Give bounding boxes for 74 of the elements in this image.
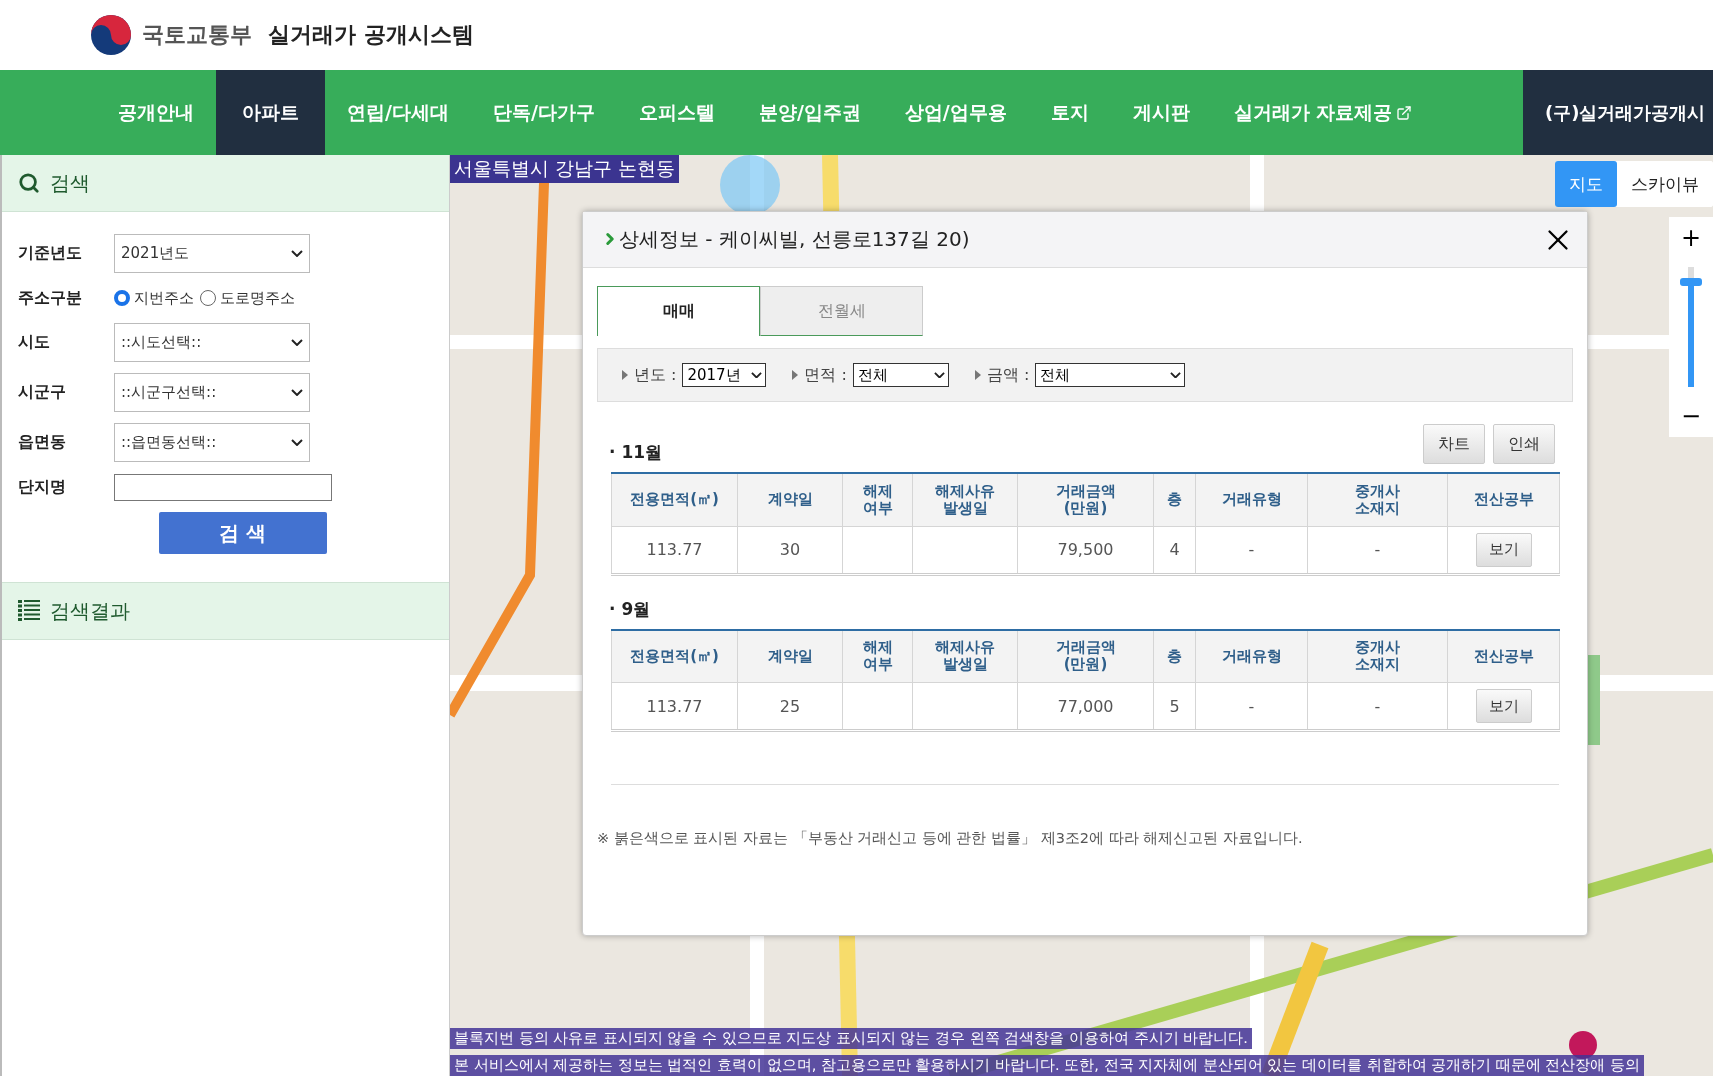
triangle-icon [792,370,799,380]
column-header: 중개사 소재지 [1307,629,1448,683]
select-field[interactable]: 전체 [1035,363,1186,387]
table-cell: 113.77 [611,682,738,731]
field-label: 단지명 [18,476,67,498]
emblem-icon [90,14,132,56]
dialog-title: 상세정보 - 케이씨빌, 선릉로137길 20) [601,226,970,253]
ministry-name: 국토교통부 [142,21,252,49]
system-title: 실거래가 공개시스템 [268,21,474,49]
table-cell: 113.77 [611,526,738,574]
nav-tab[interactable]: (구)실거래가공개시 [1523,70,1713,155]
select-field[interactable]: 전체 [852,363,949,387]
column-header: 전산공부 [1447,629,1560,683]
column-header: 해제사유 발생일 [912,629,1018,683]
month-heading: · 9월 [609,597,651,621]
field-label: 시도 [18,332,51,353]
chevron-icon [291,438,303,447]
action-button[interactable]: 차트 [1423,424,1485,464]
radio-label: 지번주소 [134,288,194,308]
nav-tab[interactable]: 아파트 [216,70,325,155]
chevron-icon [291,338,303,347]
radio-label: 도로명주소 [220,288,295,308]
deal-tab[interactable]: 매매 [597,286,760,336]
chevron-icon [291,388,303,397]
column-header: 계약일 [737,473,843,526]
action-button[interactable]: 인쇄 [1493,424,1555,464]
view-button[interactable]: 보기 [1475,532,1532,567]
filter-label: 면적 : [804,364,847,386]
section-title: 검색결과 [50,597,130,625]
location-label: 서울특별시 강남구 논현동 [450,155,680,183]
external-link-icon [1396,104,1413,121]
chevron-icon [1170,371,1182,379]
column-header: 계약일 [737,629,843,683]
notice-banner: 본 서비스에서 제공하는 정보는 법적인 효력이 없으며, 참고용으로만 활용하시기 바랍니다. 또한, 전국 지자체에 분산되어 있는 데이터를 취합하여 공개하기 때문에 전산장애 등의 [450,1055,1644,1076]
view-button[interactable]: 보기 [1475,689,1532,723]
column-header: 전용면적(㎡) [611,629,738,683]
field-label: 시군구 [18,382,67,403]
section-title: 검색 [50,169,90,197]
radio-button[interactable] [114,290,130,306]
column-header: 거래유형 [1195,629,1308,683]
search-button[interactable]: 검 색 [158,512,327,554]
search-icon [18,172,40,194]
filter-label: 년도 : [634,364,677,386]
select-field[interactable]: 2021년도 [114,234,310,273]
column-header: 거래금액 (만원) [1017,473,1154,526]
column-header: 해제사유 발생일 [912,473,1018,526]
filter-label: 금액 : [986,364,1030,386]
field-label: 읍면동 [18,432,67,453]
select-field[interactable]: ::읍면동선택:: [114,423,310,462]
triangle-icon [974,370,981,380]
chevron-icon [291,249,303,258]
field-label: 주소구분 [18,287,83,309]
select-field[interactable]: 2017년 [682,363,767,387]
column-header: 거래유형 [1195,473,1308,526]
chevron-icon [751,371,763,379]
column-header: 해제 여부 [842,629,913,683]
select-field[interactable]: ::시군구선택:: [114,373,310,412]
field-label: 기준년도 [18,243,83,264]
zoom-handle[interactable] [1680,278,1702,287]
column-header: 중개사 소재지 [1307,473,1448,526]
list-icon [18,600,40,622]
column-header: 층 [1153,629,1196,683]
legal-note: ※ 붉은색으로 표시된 자료는 「부동산 거래신고 등에 관한 법률」 제3조2에 따라 해제신고된 자료입니다. [597,829,1304,848]
triangle-icon [622,370,628,380]
column-header: 전용면적(㎡) [611,473,738,526]
input-field[interactable] [114,473,332,501]
column-header: 전산공부 [1447,473,1560,526]
column-header: 거래금액 (만원) [1017,629,1154,683]
select-field[interactable]: ::시도선택:: [114,323,310,362]
month-heading: · 11월 [609,441,663,464]
column-header: 해제 여부 [842,473,913,526]
column-header: 층 [1153,473,1196,526]
notice-banner: 블록지번 등의 사유로 표시되지 않을 수 있으므로 지도상 표시되지 않는 경우 왼쪽 검색창을 이용하여 주시기 바랍니다. [450,1028,1252,1049]
chevron-icon [933,371,945,379]
